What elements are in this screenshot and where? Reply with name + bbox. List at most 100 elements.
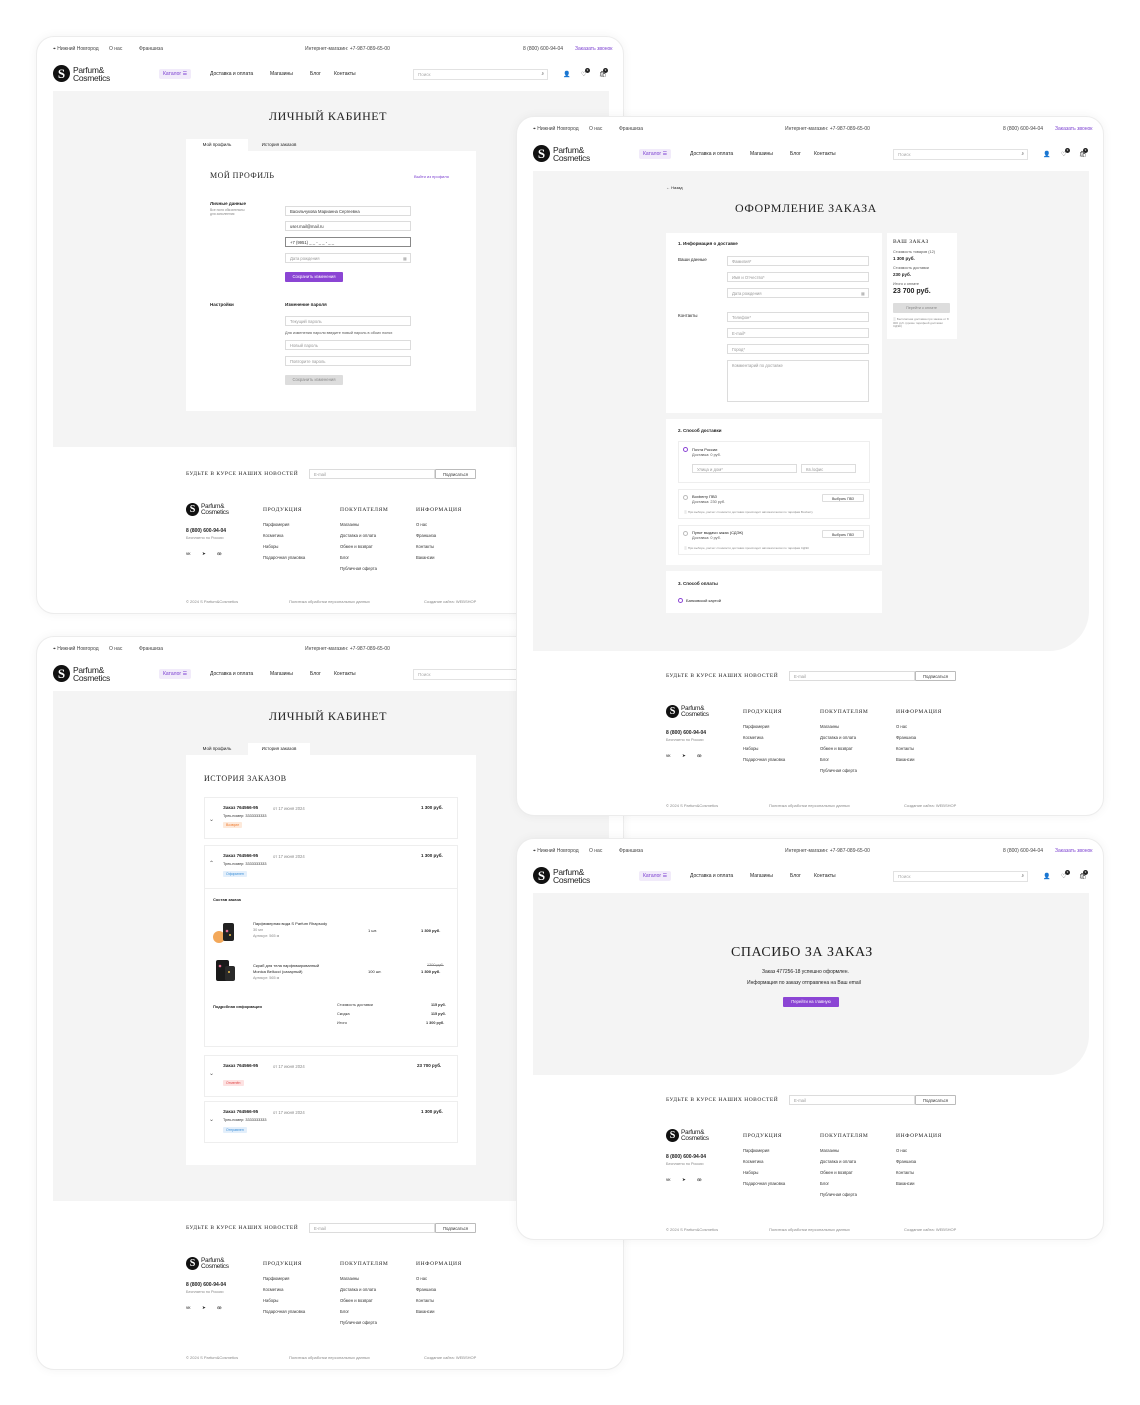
footer-link[interactable]: Контакты bbox=[416, 544, 434, 549]
footer-link[interactable]: Магазины bbox=[340, 1276, 359, 1281]
footer-link[interactable]: Подарочная упаковка bbox=[743, 1181, 785, 1186]
footer-phone[interactable]: 8 (800) 600-94-04 bbox=[186, 528, 226, 534]
ok-icon[interactable]: ꙭ bbox=[217, 551, 222, 557]
about-link[interactable]: О нас bbox=[589, 126, 602, 132]
newsletter-email[interactable]: E-mail bbox=[789, 671, 915, 681]
tab-profile[interactable]: Мой профиль bbox=[186, 139, 248, 151]
cdek-radio[interactable] bbox=[683, 531, 688, 536]
footer-link[interactable]: Парфюмерия bbox=[743, 1148, 769, 1153]
footer-phone[interactable]: 8 (800) 600-94-04 bbox=[666, 730, 706, 736]
made-by[interactable]: Создание сайта: WEBSHOP bbox=[904, 1227, 956, 1232]
nav-delivery[interactable]: Доставка и оплата bbox=[210, 71, 253, 77]
footer-link[interactable]: Контакты bbox=[416, 1298, 434, 1303]
made-by[interactable]: Создание сайта: WEBSHOP bbox=[424, 599, 476, 604]
footer-link[interactable]: Публичная оферта bbox=[820, 768, 857, 773]
surname-field[interactable]: Фамилия* bbox=[727, 256, 869, 266]
footer-link[interactable]: Блог bbox=[340, 555, 349, 560]
footer-link[interactable]: Контакты bbox=[896, 746, 914, 751]
footer-link[interactable]: О нас bbox=[416, 522, 427, 527]
calendar-icon[interactable]: ▦ bbox=[403, 256, 407, 261]
callback-link[interactable]: Заказать звонок bbox=[1055, 126, 1092, 132]
footer-link[interactable]: Подарочная упаковка bbox=[263, 555, 305, 560]
footer-link[interactable]: Подарочная упаковка bbox=[743, 757, 785, 762]
post-option[interactable]: Почта России Доставка: 0 руб. Улица и до… bbox=[678, 441, 870, 483]
footer-link[interactable]: Публичная оферта bbox=[820, 1192, 857, 1197]
chevron-down-icon[interactable]: ⌄ bbox=[209, 816, 214, 823]
user-icon[interactable]: 👤 bbox=[1043, 151, 1050, 158]
callback-link[interactable]: Заказать звонок bbox=[1055, 848, 1092, 854]
item-name-2[interactable]: Monica Bellucci (сахарный) bbox=[253, 969, 303, 974]
franchise-link[interactable]: Франшиза bbox=[619, 126, 643, 132]
nav-stores[interactable]: Магазины bbox=[750, 873, 773, 879]
footer-link[interactable]: Обмен и возврат bbox=[340, 544, 373, 549]
apt-field[interactable]: Кв./офис bbox=[801, 464, 856, 473]
about-link[interactable]: О нас bbox=[109, 46, 122, 52]
order-card[interactable]: Заказ 764566-95 от 17 июня 2024 1 300 ру… bbox=[204, 1101, 458, 1143]
name-field[interactable]: Имя и Отчество* bbox=[727, 272, 869, 282]
newsletter-email[interactable]: E-mail bbox=[309, 1223, 435, 1233]
vk-icon[interactable]: ᴠᴋ bbox=[186, 551, 191, 556]
item-name[interactable]: Скраб для тела парфюмированный bbox=[253, 963, 319, 968]
footer-link[interactable]: Косметика bbox=[263, 1287, 283, 1292]
subscribe-button[interactable]: Подписаться bbox=[435, 469, 476, 479]
boxberry-radio[interactable] bbox=[683, 495, 688, 500]
birth-field[interactable]: Дата рождения ▦ bbox=[727, 288, 869, 298]
email-field[interactable]: user.mail@mail.ru bbox=[285, 221, 411, 231]
save-password-button[interactable]: Сохранить изменения bbox=[285, 375, 343, 385]
search-icon[interactable]: ⌕ bbox=[1021, 151, 1024, 156]
footer-link[interactable]: Вакансии bbox=[416, 555, 434, 560]
footer-logo[interactable]: S Parfum& Cosmetics bbox=[666, 1129, 736, 1149]
nav-blog[interactable]: Блог bbox=[790, 873, 801, 879]
footer-link[interactable]: Доставка и оплата bbox=[340, 1287, 376, 1292]
nav-contacts[interactable]: Контакты bbox=[814, 151, 836, 157]
footer-link[interactable]: Парфюмерия bbox=[263, 1276, 289, 1281]
catalog-button[interactable]: Каталог ☰ bbox=[639, 149, 672, 159]
catalog-button[interactable]: Каталог ☰ bbox=[159, 669, 192, 679]
city-link[interactable]: ⌖ Нижний Новгород bbox=[533, 126, 579, 132]
logo[interactable]: S Parfum& Cosmetics bbox=[53, 65, 123, 85]
footer-link[interactable]: Наборы bbox=[263, 544, 278, 549]
newsletter-email[interactable]: E-mail bbox=[309, 469, 435, 479]
logo[interactable]: S Parfum& Cosmetics bbox=[533, 145, 603, 165]
about-link[interactable]: О нас bbox=[109, 646, 122, 652]
footer-link[interactable]: Публичная оферта bbox=[340, 566, 377, 571]
nav-stores[interactable]: Магазины bbox=[270, 71, 293, 77]
footer-link[interactable]: Блог bbox=[820, 757, 829, 762]
search-input[interactable]: Поиск ⌕ bbox=[893, 871, 1028, 882]
footer-link[interactable]: Блог bbox=[340, 1309, 349, 1314]
chevron-down-icon[interactable]: ⌄ bbox=[209, 1070, 214, 1077]
tel-field[interactable]: Телефон* bbox=[727, 312, 869, 322]
footer-phone[interactable]: 8 (800) 600-94-04 bbox=[186, 1282, 226, 1288]
comment-field[interactable]: Комментарий по доставке bbox=[727, 360, 869, 402]
footer-link[interactable]: Контакты bbox=[896, 1170, 914, 1175]
footer-link[interactable]: Публичная оферта bbox=[340, 1320, 377, 1325]
made-by[interactable]: Создание сайта: WEBSHOP bbox=[424, 1355, 476, 1360]
telegram-icon[interactable]: ➤ bbox=[682, 1177, 686, 1183]
subscribe-button[interactable]: Подписаться bbox=[915, 671, 956, 681]
phone-field[interactable]: +7 (9951) _ _ - _ _ - _ _ bbox=[285, 237, 411, 247]
new-password-field[interactable]: Новый пароль bbox=[285, 340, 411, 350]
save-button[interactable]: Сохранить изменения bbox=[285, 272, 343, 282]
card-radio[interactable] bbox=[678, 598, 683, 603]
policy-link[interactable]: Политика обработки персональных данных bbox=[769, 803, 850, 808]
phone-link[interactable]: 8 (800) 600-94-04 bbox=[1003, 126, 1043, 132]
user-icon[interactable]: 👤 bbox=[563, 71, 570, 78]
footer-link[interactable]: Наборы bbox=[743, 1170, 758, 1175]
footer-link[interactable]: Магазины bbox=[820, 724, 839, 729]
nav-blog[interactable]: Блог bbox=[310, 71, 321, 77]
search-input[interactable]: Поиск ⌕ bbox=[893, 149, 1028, 160]
footer-link[interactable]: О нас bbox=[896, 724, 907, 729]
nav-blog[interactable]: Блог bbox=[310, 671, 321, 677]
city-link[interactable]: ⌖ Нижний Новгород bbox=[533, 848, 579, 854]
footer-logo[interactable]: S Parfum& Cosmetics bbox=[186, 1257, 256, 1277]
telegram-icon[interactable]: ➤ bbox=[202, 551, 206, 557]
footer-link[interactable]: Наборы bbox=[743, 746, 758, 751]
name-field[interactable]: Васильчукова Марианна Сергеевна bbox=[285, 206, 411, 216]
footer-link[interactable]: Франшиза bbox=[896, 1159, 916, 1164]
nav-delivery[interactable]: Доставка и оплата bbox=[210, 671, 253, 677]
city-field[interactable]: Город* bbox=[727, 344, 869, 354]
order-card[interactable]: Заказ 764566-95 от 17 июня 2024 1 300 ру… bbox=[204, 797, 458, 839]
nav-delivery[interactable]: Доставка и оплата bbox=[690, 873, 733, 879]
telegram-icon[interactable]: ➤ bbox=[202, 1305, 206, 1311]
footer-link[interactable]: Блог bbox=[820, 1181, 829, 1186]
